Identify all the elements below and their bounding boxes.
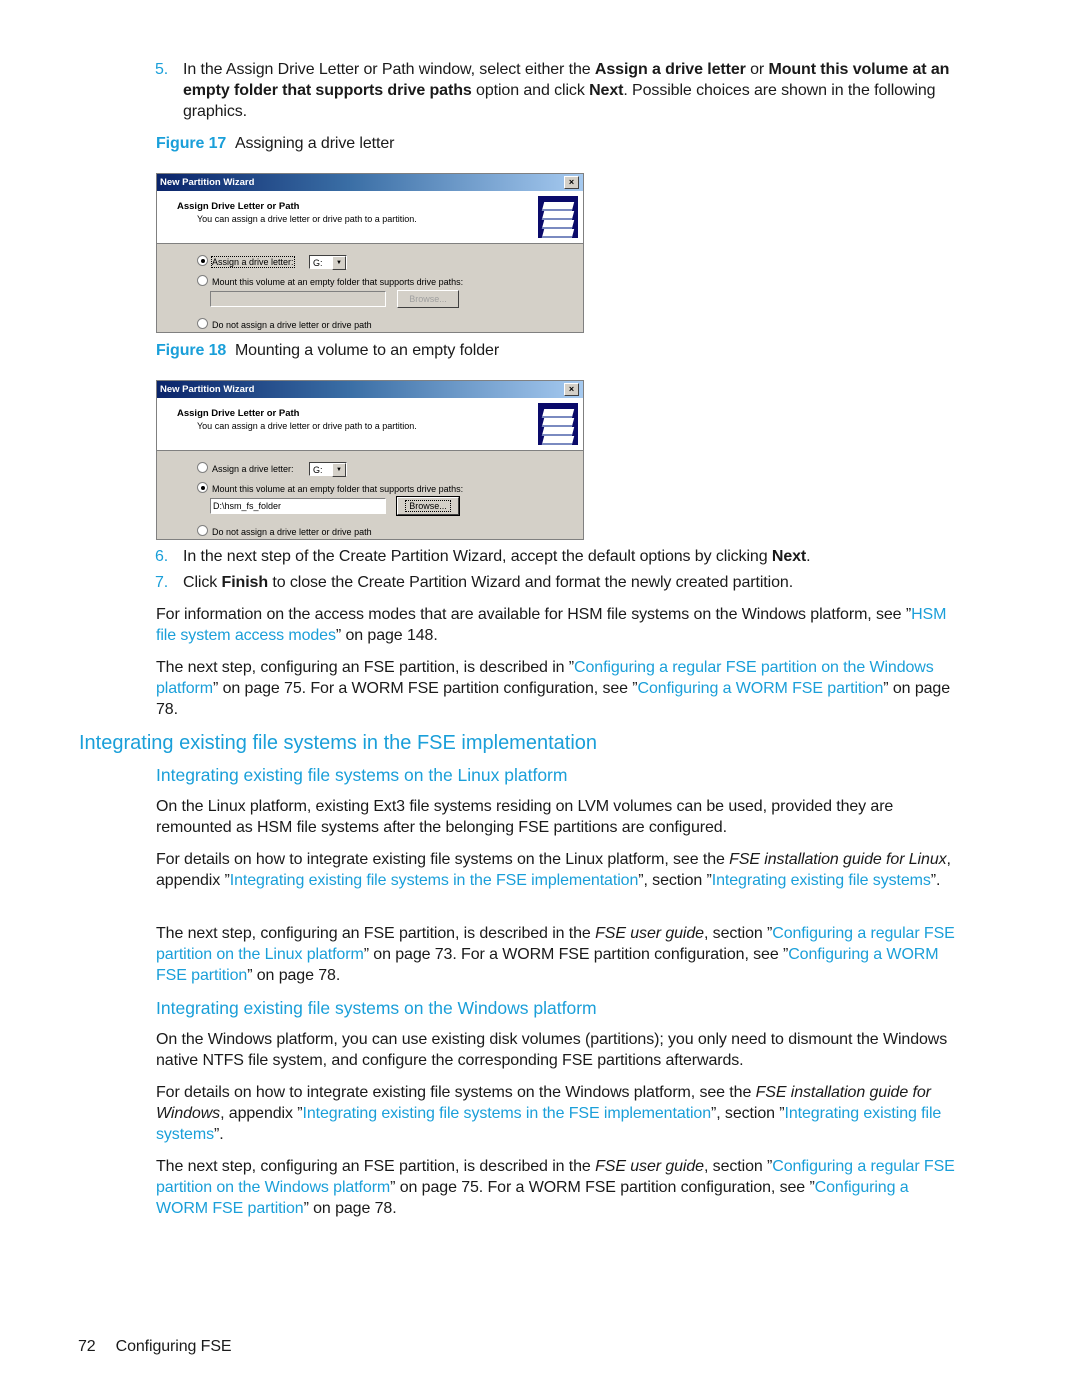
- figure-label: Figure 18: [156, 342, 227, 359]
- radio-icon[interactable]: [197, 482, 208, 493]
- chapter-title: Configuring FSE: [115, 1338, 232, 1355]
- chevron-down-icon[interactable]: ▼: [332, 463, 346, 477]
- wizard-header: Assign Drive Letter or Path You can assi…: [157, 191, 583, 244]
- radio-icon[interactable]: [197, 255, 208, 266]
- radio-mount-folder[interactable]: Mount this volume at an empty folder tha…: [197, 275, 463, 289]
- wizard-dialog-fig18: New Partition Wizard × Assign Drive Lett…: [156, 380, 584, 540]
- radio-icon[interactable]: [197, 275, 208, 286]
- drive-letter-select[interactable]: G: ▼: [309, 255, 347, 270]
- step-6: 6. In the next step of the Create Partit…: [155, 548, 811, 565]
- wizard-subheading: You can assign a drive letter or drive p…: [197, 421, 417, 431]
- linux-paragraph-1: On the Linux platform, existing Ext3 fil…: [156, 798, 894, 836]
- radio-no-drive-letter[interactable]: Do not assign a drive letter or drive pa…: [197, 525, 372, 539]
- linux-paragraph-2: For details on how to integrate existing…: [156, 851, 951, 889]
- disk-stack-icon: [538, 196, 578, 238]
- step-number: 7.: [155, 574, 169, 591]
- wizard-heading: Assign Drive Letter or Path: [177, 408, 300, 419]
- link-configuring-worm[interactable]: Configuring a WORM FSE partition: [638, 680, 884, 697]
- radio-assign-drive-letter[interactable]: Assign a drive letter:: [197, 255, 295, 269]
- link-integrating-fse-implementation[interactable]: Integrating existing file systems in the…: [303, 1105, 712, 1122]
- step-number: 6.: [155, 548, 169, 565]
- radio-icon[interactable]: [197, 318, 208, 329]
- browse-button[interactable]: Browse...: [396, 496, 460, 516]
- paragraph-access-modes: For information on the access modes that…: [156, 606, 947, 644]
- figure-18-caption: Figure 18 Mounting a volume to an empty …: [156, 342, 500, 359]
- linux-subheading: Integrating existing file systems on the…: [156, 765, 568, 785]
- step-5: 5. In the Assign Drive Letter or Path wi…: [155, 61, 950, 120]
- browse-button[interactable]: Browse...: [397, 290, 459, 308]
- radio-assign-drive-letter[interactable]: Assign a drive letter:: [197, 462, 294, 476]
- link-integrating-existing-fs[interactable]: Integrating existing file systems: [712, 872, 931, 889]
- windows-subheading: Integrating existing file systems on the…: [156, 998, 597, 1018]
- titlebar: New Partition Wizard ×: [157, 381, 583, 398]
- figure-label: Figure 17: [156, 135, 227, 152]
- wizard-header: Assign Drive Letter or Path You can assi…: [157, 398, 583, 451]
- windows-paragraph-2: For details on how to integrate existing…: [156, 1084, 942, 1143]
- close-icon[interactable]: ×: [564, 383, 579, 396]
- step-7: 7. Click Finish to close the Create Part…: [155, 574, 794, 591]
- radio-icon[interactable]: [197, 462, 208, 473]
- paragraph-next-step: The next step, configuring an FSE partit…: [156, 659, 951, 718]
- wizard-dialog-fig17: New Partition Wizard × Assign Drive Lett…: [156, 173, 584, 333]
- page-footer: 72 Configuring FSE: [78, 1336, 232, 1357]
- windows-paragraph-1: On the Windows platform, you can use exi…: [156, 1031, 948, 1069]
- chevron-down-icon[interactable]: ▼: [332, 256, 346, 270]
- close-icon[interactable]: ×: [564, 176, 579, 189]
- disk-stack-icon: [538, 403, 578, 445]
- folder-path-input[interactable]: [210, 291, 386, 307]
- drive-letter-select[interactable]: G: ▼: [309, 462, 347, 477]
- link-integrating-fse-implementation[interactable]: Integrating existing file systems in the…: [230, 872, 639, 889]
- radio-icon[interactable]: [197, 525, 208, 536]
- step-number: 5.: [155, 61, 169, 78]
- figure-17-caption: Figure 17 Assigning a drive letter: [156, 135, 395, 152]
- radio-no-drive-letter[interactable]: Do not assign a drive letter or drive pa…: [197, 318, 372, 332]
- folder-path-input[interactable]: D:\hsm_fs_folder: [210, 498, 386, 514]
- page-number: 72: [78, 1338, 96, 1355]
- windows-paragraph-3: The next step, configuring an FSE partit…: [156, 1158, 955, 1217]
- linux-paragraph-3: The next step, configuring an FSE partit…: [156, 925, 955, 984]
- section-heading: Integrating existing file systems in the…: [79, 732, 598, 754]
- titlebar: New Partition Wizard ×: [157, 174, 583, 191]
- wizard-subheading: You can assign a drive letter or drive p…: [197, 214, 417, 224]
- radio-mount-folder[interactable]: Mount this volume at an empty folder tha…: [197, 482, 463, 496]
- wizard-heading: Assign Drive Letter or Path: [177, 201, 300, 212]
